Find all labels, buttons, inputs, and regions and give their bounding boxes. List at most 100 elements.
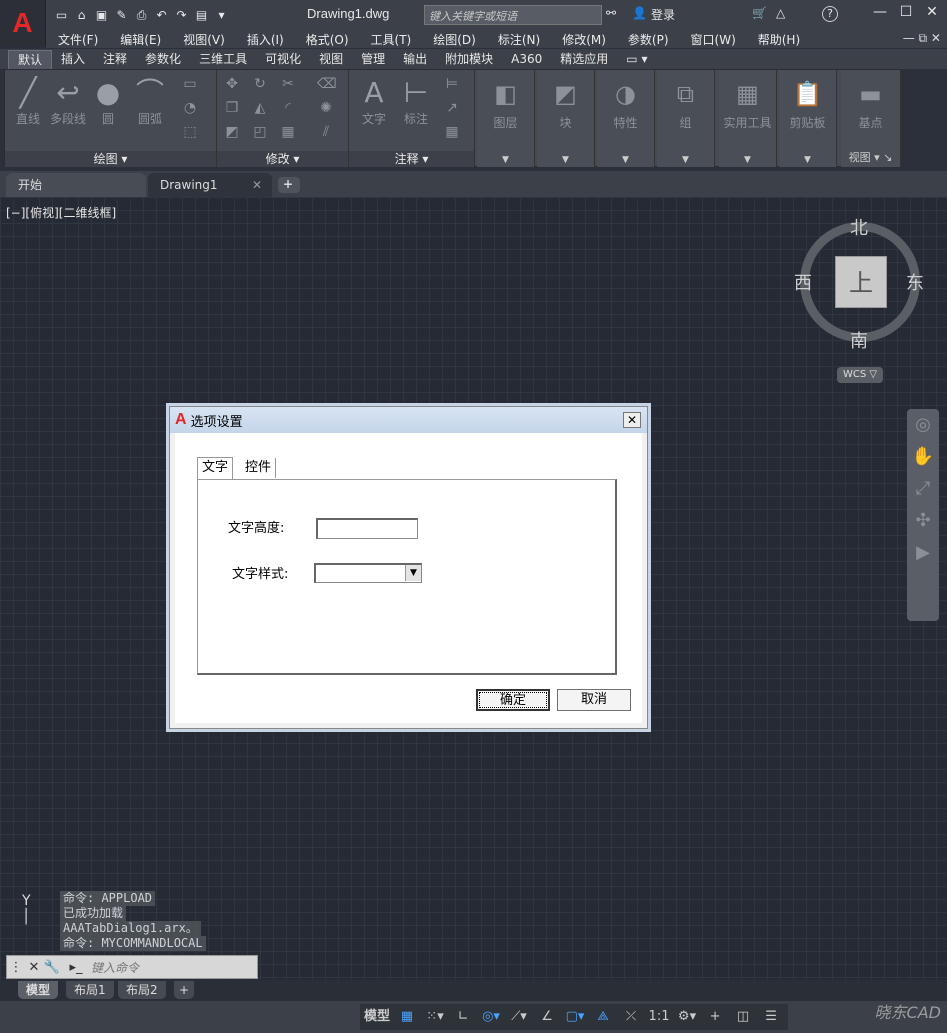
workspace-gear-icon[interactable]: ⚙▾ (676, 1006, 698, 1028)
workspace-icon[interactable]: ▤ (194, 8, 209, 23)
menu-parametric[interactable]: 参数(P) (628, 31, 669, 48)
annotation-scale[interactable]: 1:1 (648, 1006, 670, 1028)
polar-icon[interactable]: ◎▾ (480, 1006, 502, 1028)
mirror-icon[interactable]: ◭ (251, 100, 269, 118)
autoscale-icon[interactable]: ⤫ (620, 1006, 642, 1028)
login-link[interactable]: 登录 (651, 6, 675, 23)
tab-view[interactable]: 视图 (310, 50, 352, 69)
menu-edit[interactable]: 编辑(E) (120, 31, 161, 48)
search-input[interactable]: 键入关键字或短语 (424, 5, 602, 25)
modify-panel-title[interactable]: 修改 ▾ (217, 151, 348, 167)
text-style-select[interactable]: ▼ (314, 563, 422, 583)
menu-file[interactable]: 文件(F) (58, 31, 98, 48)
grip-icon[interactable]: ⋮ (7, 960, 25, 975)
menu-insert[interactable]: 插入(I) (247, 31, 284, 48)
tab-layout1[interactable]: 布局1 (66, 981, 114, 999)
annotate-panel-title[interactable]: 注释 ▾ (349, 151, 474, 167)
compass-east[interactable]: 东 (906, 269, 924, 295)
rectangle-icon[interactable]: ▭ (181, 76, 199, 94)
viewcube[interactable]: 北 南 东 西 上 WCS ▽ (794, 218, 924, 383)
undo-icon[interactable]: ↶ (154, 8, 169, 23)
tab-layout2[interactable]: 布局2 (118, 981, 166, 999)
tab-featured-apps[interactable]: 精选应用 (551, 50, 617, 69)
circle-tool[interactable]: ● 圆 (87, 76, 129, 127)
draw-panel-title[interactable]: 绘图 ▾ (5, 151, 216, 167)
move-icon[interactable]: ✥ (223, 76, 241, 94)
menu-draw[interactable]: 绘图(D) (433, 31, 476, 48)
tab-output[interactable]: 输出 (394, 50, 436, 69)
view-panel[interactable]: ▬ 基点 视图 ▾ ↘ (841, 70, 901, 167)
tab-drawing1[interactable]: Drawing1 ✕ (148, 173, 272, 197)
customize-icon[interactable]: ☰ (760, 1006, 782, 1028)
chevron-down-icon[interactable]: ▼ (405, 565, 421, 581)
menu-view[interactable]: 视图(V) (183, 31, 225, 48)
menu-tools[interactable]: 工具(T) (371, 31, 412, 48)
menu-dimension[interactable]: 标注(N) (498, 31, 540, 48)
close-icon[interactable]: ✕ (922, 4, 942, 24)
maximize-icon[interactable]: ☐ (896, 4, 916, 24)
new-file-icon[interactable]: ▭ (54, 8, 69, 23)
osnap-tracking-icon[interactable]: ∠ (536, 1006, 558, 1028)
tab-text[interactable]: 文字 (197, 457, 234, 479)
trim-icon[interactable]: ✂ (279, 76, 297, 94)
menu-format[interactable]: 格式(O) (306, 31, 349, 48)
hatch-icon[interactable]: ◔ (181, 100, 199, 118)
explode-icon[interactable]: ✺ (317, 100, 335, 118)
tab-manage[interactable]: 管理 (352, 50, 394, 69)
zoom-extents-icon[interactable]: ⤢ (907, 473, 939, 505)
text-height-input[interactable] (316, 518, 418, 539)
ribbon-toggle-icon[interactable]: ▭ ▾ (617, 50, 656, 69)
close-icon[interactable]: ✕ (25, 960, 43, 975)
clipboard-panel[interactable]: 📋 剪贴板 ▼ (779, 70, 837, 167)
cancel-button[interactable]: 取消 (557, 689, 631, 711)
close-tab-icon[interactable]: ✕ (252, 173, 262, 197)
viewcube-top-face[interactable]: 上 (835, 256, 887, 308)
tab-home[interactable]: 默认 (8, 49, 53, 69)
pan-icon[interactable]: ✋ (907, 441, 939, 473)
application-menu-button[interactable]: A (0, 0, 46, 46)
compass-north[interactable]: 北 (850, 214, 868, 240)
layers-panel[interactable]: ◧ 图层 ▼ (477, 70, 535, 167)
snap-icon[interactable]: ⁙▾ (424, 1006, 446, 1028)
isolate-icon[interactable]: ◫ (732, 1006, 754, 1028)
array-icon[interactable]: ▦ (279, 124, 297, 142)
annotation-visibility-icon[interactable]: ⟁ (592, 1006, 614, 1028)
command-input[interactable]: 键入命令 (91, 959, 139, 976)
plus-icon[interactable]: + (704, 1006, 726, 1028)
grid-icon[interactable]: ▦ (396, 1006, 418, 1028)
menu-modify[interactable]: 修改(M) (562, 31, 606, 48)
wrench-icon[interactable]: 🔧 (43, 960, 61, 975)
save-as-icon[interactable]: ✎ (114, 8, 129, 23)
dialog-close-button[interactable]: ✕ (623, 412, 641, 428)
osnap-icon[interactable]: ▢▾ (564, 1006, 586, 1028)
table-icon[interactable]: ▦ (443, 124, 461, 142)
dimension-tool[interactable]: ⊢ 标注 (395, 76, 437, 127)
tab-insert[interactable]: 插入 (52, 50, 94, 69)
tab-controls[interactable]: 控件 (241, 458, 277, 478)
dialog-title-bar[interactable]: A 选项设置 (170, 407, 647, 433)
steering-wheel-icon[interactable]: ◎ (907, 409, 939, 441)
block-panel[interactable]: ◩ 块 ▼ (537, 70, 595, 167)
plot-icon[interactable]: ⎙ (134, 8, 149, 23)
polyline-tool[interactable]: ↩ 多段线 (47, 76, 89, 127)
properties-panel[interactable]: ◑ 特性 ▼ (597, 70, 655, 167)
new-tab-button[interactable]: + (278, 177, 300, 193)
help-icon[interactable]: ? (822, 6, 838, 22)
redo-icon[interactable]: ↷ (174, 8, 189, 23)
binoculars-icon[interactable]: ⚯ (606, 6, 616, 20)
compass-south[interactable]: 南 (850, 327, 868, 353)
orbit-icon[interactable]: ✣ (907, 505, 939, 537)
region-icon[interactable]: ⬚ (181, 124, 199, 142)
exchange-icon[interactable]: △ (776, 6, 785, 20)
tab-addins[interactable]: 附加模块 (436, 50, 502, 69)
model-space-button[interactable]: 模型 (364, 1006, 390, 1028)
tab-model[interactable]: 模型 (18, 981, 59, 999)
minimize-icon[interactable]: — (870, 4, 890, 24)
stretch-icon[interactable]: ◩ (223, 124, 241, 142)
tab-a360[interactable]: A360 (502, 50, 551, 69)
compass-west[interactable]: 西 (794, 269, 812, 295)
wcs-menu[interactable]: WCS ▽ (837, 367, 883, 383)
menu-window[interactable]: 窗口(W) (691, 31, 736, 48)
fillet-icon[interactable]: ◜ (279, 100, 297, 118)
text-tool[interactable]: A 文字 (353, 76, 395, 127)
